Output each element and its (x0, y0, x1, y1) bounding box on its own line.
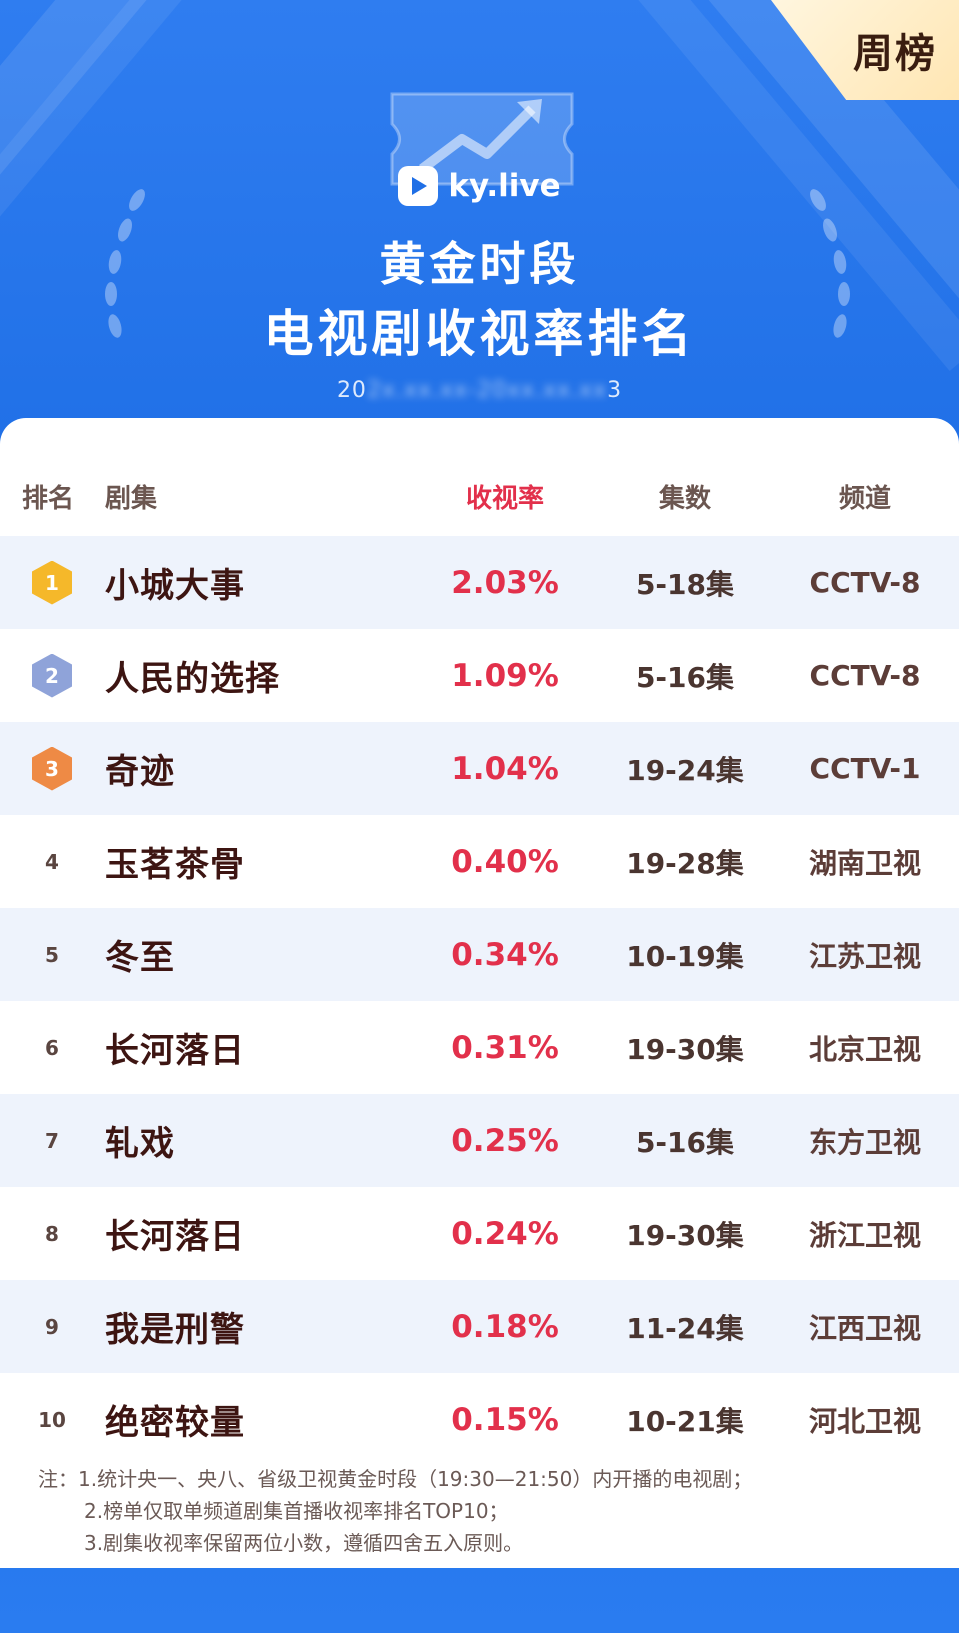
rank-number: 10 (38, 1407, 66, 1432)
weekly-badge-label: 周榜 (853, 31, 937, 77)
episodes-value: 5-16集 (635, 1125, 735, 1159)
drama-name: 冬至 (105, 938, 175, 978)
date-prefix: 20 (336, 378, 367, 403)
header-rank: 排名 (22, 484, 75, 514)
channel-value: 北京卫视 (808, 1032, 921, 1066)
rating-value: 0.25% (451, 1122, 559, 1159)
table-row[interactable]: 10 绝密较量 0.15% 10-21集 河北卫视 (0, 1373, 959, 1466)
table-row[interactable]: 5 冬至 0.34% 10-19集 江苏卫视 (0, 908, 959, 1001)
episodes-value: 19-24集 (626, 753, 744, 787)
ranking-table: 1 小城大事 2.03% 5-18集 CCTV-8 2 人民的选择 1.09% … (0, 536, 959, 1466)
rating-value: 0.31% (451, 1029, 559, 1066)
footnote-line: 注：1.统计央一、央八、省级卫视黄金时段（19:30—21:50）内开播的电视剧… (38, 1467, 753, 1491)
channel-value: 浙江卫视 (808, 1218, 921, 1252)
rating-value: 1.04% (451, 750, 559, 787)
drama-name: 轧戏 (105, 1124, 175, 1164)
episodes-value: 5-16集 (635, 660, 735, 694)
rank-number: 9 (45, 1314, 59, 1339)
drama-name: 绝密较量 (105, 1403, 245, 1443)
date-suffix: 3 (607, 378, 623, 403)
table-row[interactable]: 9 我是刑警 0.18% 11-24集 江西卫视 (0, 1280, 959, 1373)
rating-value: 2.03% (451, 564, 559, 601)
date-range: 202x.xx.xx-20xx.xx.xx3 (0, 378, 959, 403)
rank-number: 6 (45, 1035, 59, 1060)
channel-value: 河北卫视 (808, 1404, 921, 1438)
date-blurred: 2x.xx.xx-20xx.xx.xx (366, 378, 608, 403)
page-title-line2: 电视剧收视率排名 (263, 305, 696, 363)
rank-number: 5 (45, 942, 59, 967)
episodes-value: 19-30集 (626, 1218, 744, 1252)
episodes-value: 11-24集 (626, 1311, 744, 1345)
table-row[interactable]: 3 奇迹 1.04% 19-24集 CCTV-1 (0, 722, 959, 815)
table-header: 排名 剧集 收视率 集数 频道 (0, 478, 959, 514)
drama-name: 人民的选择 (105, 659, 280, 699)
table-row[interactable]: 1 小城大事 2.03% 5-18集 CCTV-8 (0, 536, 959, 629)
episodes-value: 10-21集 (626, 1404, 744, 1438)
silver-medal-icon: 2 (32, 653, 72, 698)
footnote-line: 2.榜单仅取单频道剧集首播收视率排名TOP10； (84, 1499, 509, 1523)
table-row[interactable]: 6 长河落日 0.31% 19-30集 北京卫视 (0, 1001, 959, 1094)
footnotes: 注：1.统计央一、央八、省级卫视黄金时段（19:30—21:50）内开播的电视剧… (38, 1463, 943, 1559)
gold-medal-icon: 1 (32, 560, 72, 605)
drama-name: 长河落日 (105, 1031, 245, 1071)
rank-number: 7 (45, 1128, 59, 1153)
header-name: 剧集 (105, 484, 158, 514)
channel-value: CCTV-8 (809, 659, 921, 692)
rating-value: 0.15% (451, 1401, 559, 1438)
rating-value: 1.09% (451, 657, 559, 694)
header-episodes: 集数 (658, 484, 711, 514)
table-row[interactable]: 2 人民的选择 1.09% 5-16集 CCTV-8 (0, 629, 959, 722)
footnote-line: 3.剧集收视率保留两位小数，遵循四舍五入原则。 (84, 1531, 524, 1555)
table-row[interactable]: 7 轧戏 0.25% 5-16集 东方卫视 (0, 1094, 959, 1187)
channel-value: CCTV-1 (809, 752, 921, 785)
table-row[interactable]: 8 长河落日 0.24% 19-30集 浙江卫视 (0, 1187, 959, 1280)
rating-value: 0.34% (451, 936, 559, 973)
header-channel: 频道 (838, 484, 891, 514)
rank-number: 4 (45, 849, 59, 874)
episodes-value: 10-19集 (626, 939, 744, 973)
page-title-line1: 黄金时段 (379, 237, 580, 291)
drama-name: 长河落日 (105, 1217, 245, 1257)
episodes-value: 19-28集 (626, 846, 744, 880)
brand-name: ky.live (448, 168, 561, 204)
episodes-value: 5-18集 (635, 567, 735, 601)
header-banner: 周榜 ky.live 黄金时段 电视剧收视率排名 202x.xx.xx-20xx… (0, 0, 959, 430)
drama-name: 奇迹 (105, 752, 175, 792)
rating-value: 0.40% (451, 843, 559, 880)
rating-value: 0.24% (451, 1215, 559, 1252)
rating-value: 0.18% (451, 1308, 559, 1345)
rank-number: 8 (45, 1221, 59, 1246)
channel-value: 江西卫视 (808, 1311, 921, 1345)
channel-value: CCTV-8 (809, 566, 921, 599)
channel-value: 东方卫视 (808, 1125, 921, 1159)
drama-name: 我是刑警 (105, 1310, 245, 1350)
brand-logo: ky.live (0, 166, 959, 206)
channel-value: 江苏卫视 (808, 939, 921, 973)
drama-name: 小城大事 (105, 566, 245, 606)
header-rate: 收视率 (465, 484, 544, 514)
table-row[interactable]: 4 玉茗茶骨 0.40% 19-28集 湖南卫视 (0, 815, 959, 908)
bronze-medal-icon: 3 (32, 746, 72, 791)
channel-value: 湖南卫视 (808, 846, 921, 880)
episodes-value: 19-30集 (626, 1032, 744, 1066)
drama-name: 玉茗茶骨 (105, 845, 245, 885)
play-logo-icon (398, 166, 439, 206)
ranking-card: 排名 剧集 收视率 集数 频道 1 小城大事 2.03% 5-18集 CCTV-… (0, 418, 959, 1568)
